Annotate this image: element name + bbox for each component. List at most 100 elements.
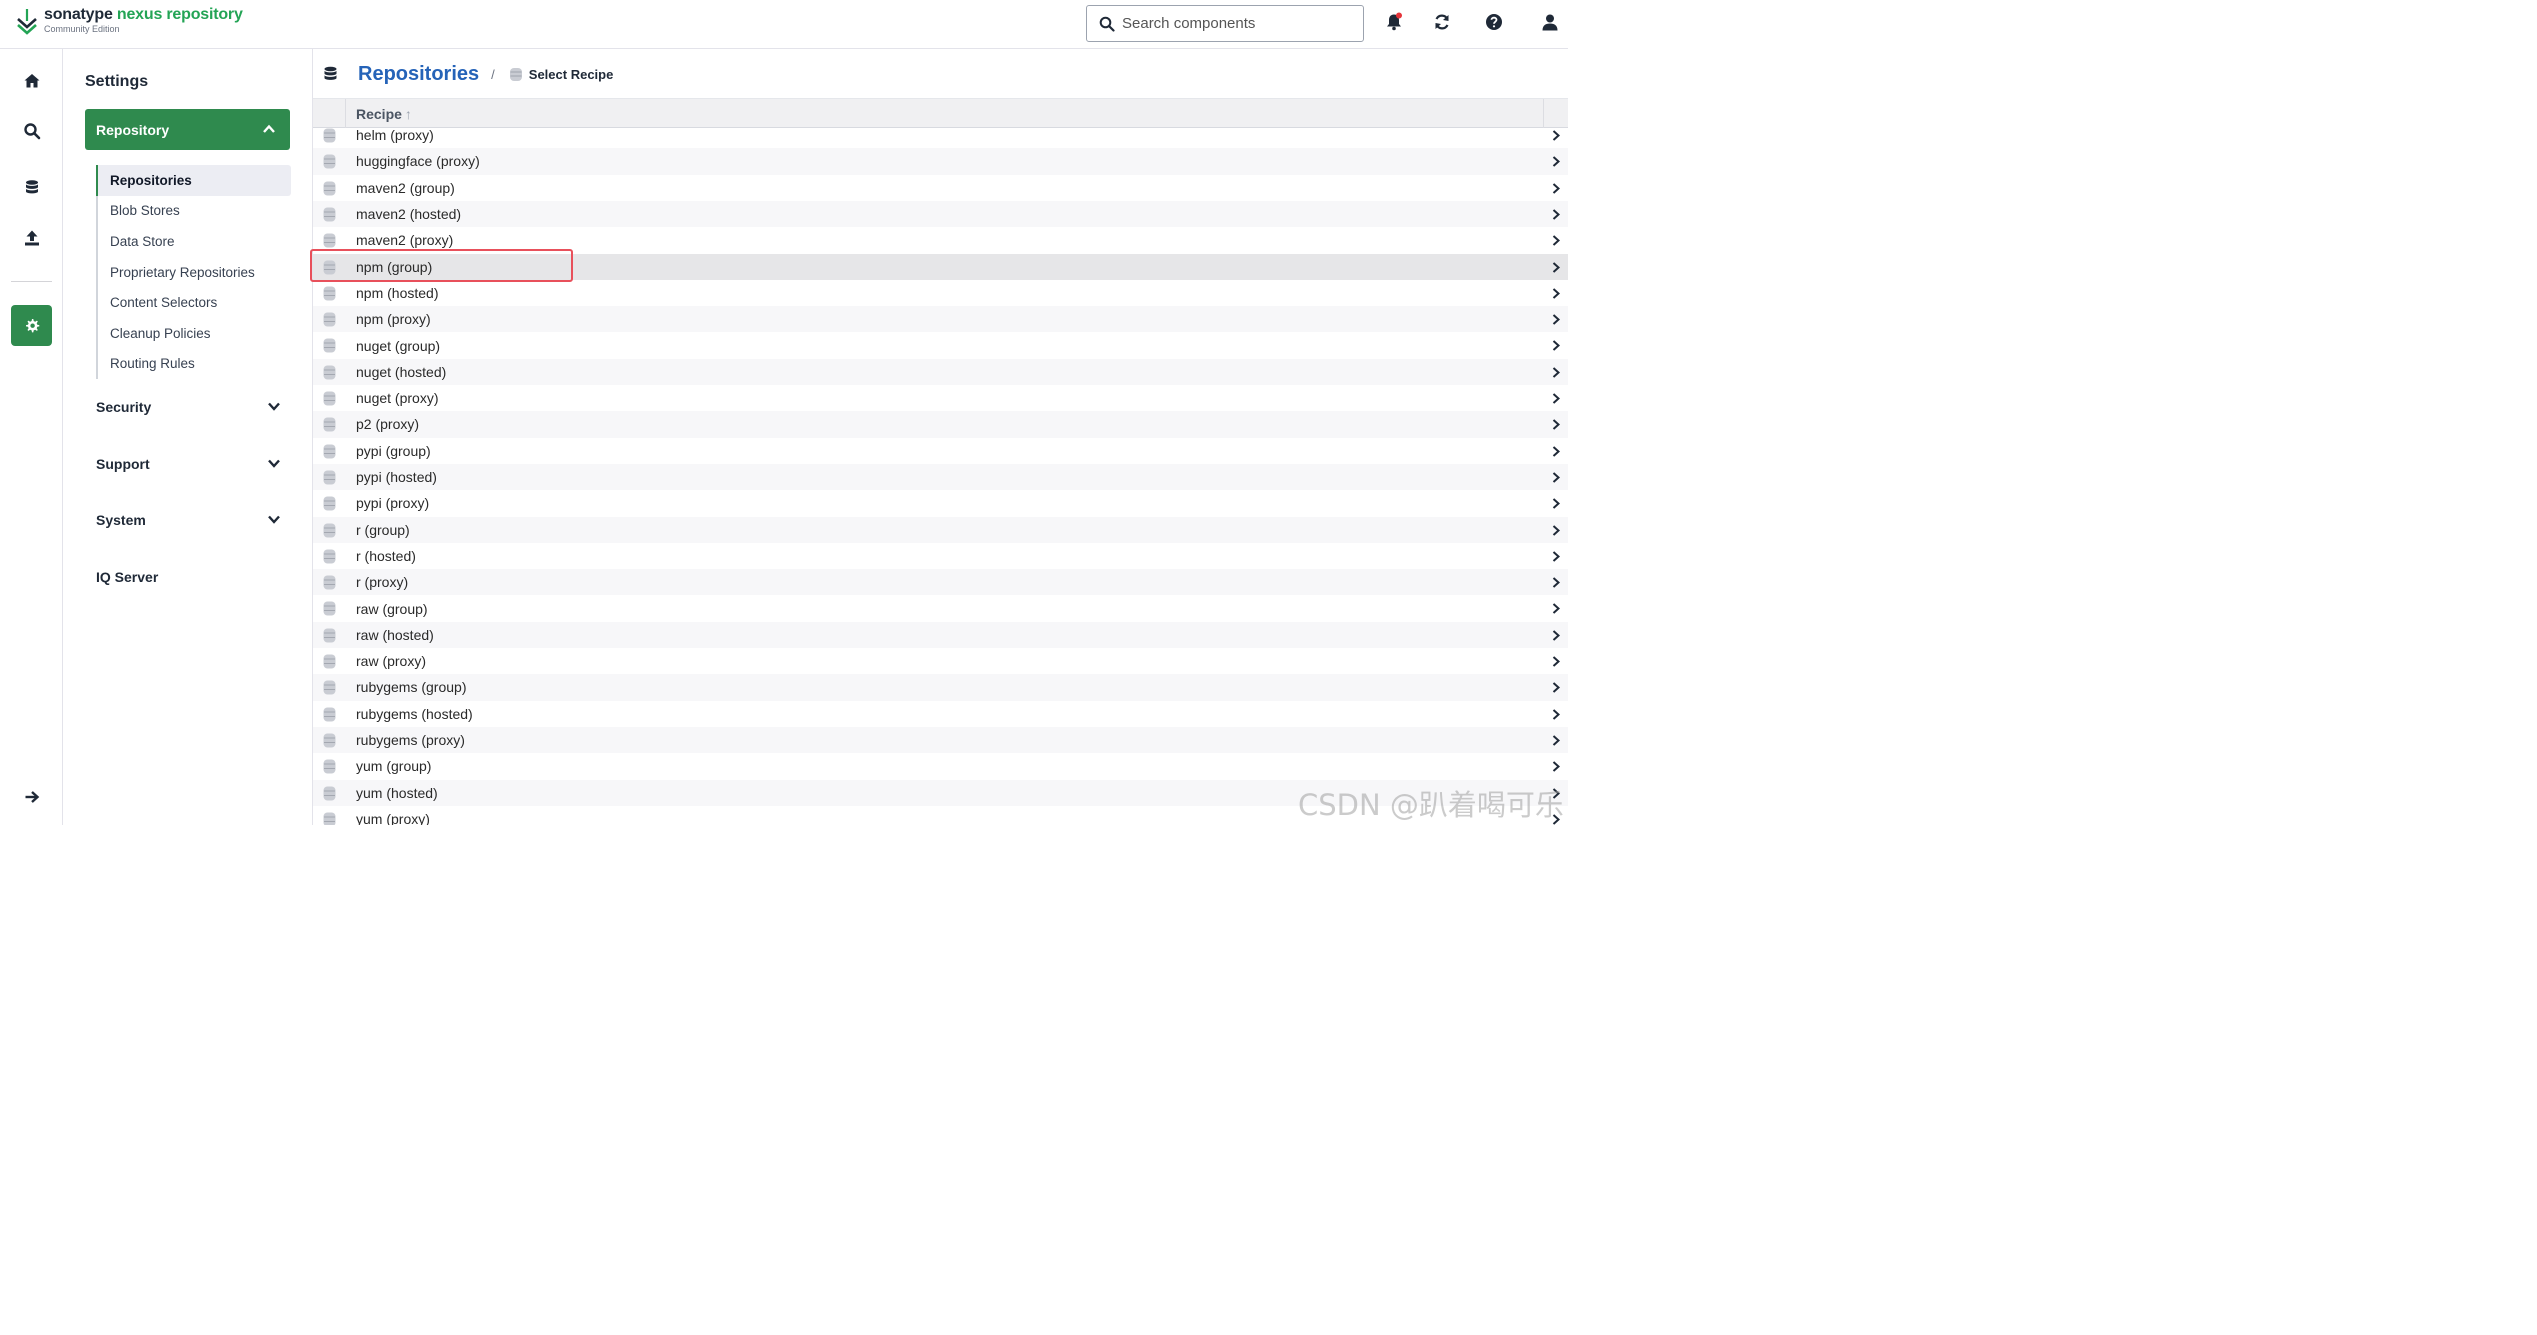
recipe-label: nuget (hosted) — [356, 363, 447, 380]
breadcrumb-current: Select Recipe — [528, 66, 614, 82]
recipe-row[interactable]: maven2 (group) — [313, 175, 1568, 201]
upload-button[interactable] — [11, 217, 52, 258]
repository-icon — [323, 628, 336, 643]
browse-button[interactable] — [11, 167, 52, 208]
help-icon[interactable] — [1484, 12, 1504, 32]
column-divider — [1543, 99, 1544, 128]
chevron-right-icon — [1552, 498, 1560, 509]
recipe-label: rubygems (proxy) — [356, 732, 465, 749]
chevron-right-icon — [1552, 445, 1560, 457]
recipe-row[interactable]: raw (hosted) — [313, 621, 1568, 648]
settings-sidebar: Settings Repository Repositories Blob St… — [63, 49, 313, 825]
recipe-row[interactable]: pypi (hosted) — [313, 463, 1568, 491]
settings-button[interactable] — [11, 305, 52, 346]
recipe-row[interactable]: raw (proxy) — [313, 648, 1568, 674]
system-group-toggle[interactable]: System — [96, 512, 281, 528]
sidebar-item-data-store[interactable]: Data Store — [98, 226, 291, 257]
recipe-grid-header: Recipe ↑ — [313, 98, 1568, 128]
chevron-right-icon — [1552, 182, 1560, 194]
recipe-row[interactable]: p2 (proxy) — [313, 411, 1568, 438]
sidebar-item-proprietary-repositories[interactable]: Proprietary Repositories — [98, 257, 291, 288]
recipe-label: raw (group) — [356, 600, 428, 617]
browse-search-button[interactable] — [11, 110, 52, 151]
recipe-row[interactable]: raw (group) — [313, 595, 1568, 621]
breadcrumb-repositories-link[interactable]: Repositories — [358, 63, 479, 86]
repository-icon — [323, 680, 336, 695]
recipe-column-header[interactable]: Recipe ↑ — [356, 106, 412, 122]
iq-server-link[interactable]: IQ Server — [96, 569, 281, 585]
chevron-right-icon — [1552, 288, 1560, 299]
home-icon — [24, 73, 39, 87]
repository-icon — [323, 812, 336, 825]
repository-icon — [323, 707, 336, 722]
chevron-right-icon — [1552, 393, 1560, 404]
recipe-row[interactable]: huggingface (proxy) — [313, 148, 1568, 175]
recipe-label: yum (hosted) — [356, 784, 438, 801]
repository-group-toggle[interactable]: Repository — [85, 109, 290, 150]
recipe-row[interactable]: pypi (group) — [313, 438, 1568, 464]
breadcrumb-separator: / — [491, 66, 495, 82]
chevron-right-icon — [1552, 472, 1560, 483]
recipe-row[interactable]: npm (proxy) — [313, 306, 1568, 333]
recipe-row[interactable]: rubygems (proxy) — [313, 726, 1568, 754]
recipe-row[interactable]: pypi (proxy) — [313, 490, 1568, 516]
repository-icon — [323, 154, 336, 169]
repository-icon — [323, 128, 336, 143]
recipe-label: helm (proxy) — [356, 128, 434, 144]
recipe-row[interactable]: yum (group) — [313, 753, 1568, 779]
repository-icon — [323, 365, 336, 380]
recipe-row[interactable]: nuget (proxy) — [313, 385, 1568, 411]
rail-divider — [11, 281, 52, 282]
refresh-icon[interactable] — [1432, 12, 1452, 32]
chevron-right-icon — [1552, 156, 1560, 168]
repository-icon — [323, 286, 336, 301]
recipe-label: r (hosted) — [356, 547, 416, 564]
chevron-right-icon — [1552, 261, 1560, 273]
chevron-right-icon — [1552, 761, 1560, 772]
search-components-box[interactable] — [1086, 5, 1364, 42]
repository-icon — [323, 654, 336, 669]
watermark: CSDN @趴着喝可乐 — [1298, 788, 1564, 822]
repository-icon — [323, 496, 336, 511]
selection-highlight-box — [310, 249, 573, 282]
sidebar-item-blob-stores[interactable]: Blob Stores — [98, 196, 291, 227]
recipe-label: pypi (hosted) — [356, 469, 437, 486]
home-button[interactable] — [11, 60, 52, 101]
chevron-right-icon — [1552, 209, 1560, 220]
repository-icon — [323, 575, 336, 590]
chevron-right-icon — [1552, 735, 1560, 746]
security-group-toggle[interactable]: Security — [96, 399, 281, 415]
recipe-row[interactable]: helm (proxy) — [313, 128, 1568, 148]
recipe-row[interactable]: rubygems (hosted) — [313, 701, 1568, 727]
sidebar-item-cleanup-policies[interactable]: Cleanup Policies — [98, 318, 291, 349]
sidebar-item-routing-rules[interactable]: Routing Rules — [98, 349, 291, 380]
user-icon[interactable] — [1540, 12, 1560, 32]
repository-icon — [323, 233, 336, 248]
recipe-row[interactable]: maven2 (hosted) — [313, 200, 1568, 228]
chevron-right-icon — [1552, 656, 1560, 667]
sidebar-item-content-selectors[interactable]: Content Selectors — [98, 287, 291, 318]
recipe-row[interactable]: npm (hosted) — [313, 280, 1568, 306]
repository-icon — [323, 470, 336, 485]
chevron-down-icon — [268, 402, 280, 411]
recipe-row[interactable]: r (hosted) — [313, 543, 1568, 569]
sidebar-item-repositories[interactable]: Repositories — [96, 165, 291, 196]
support-group-toggle[interactable]: Support — [96, 456, 281, 472]
chevron-right-icon — [1552, 366, 1560, 378]
recipe-row[interactable]: nuget (hosted) — [313, 358, 1568, 385]
search-components-input[interactable] — [1122, 15, 1352, 32]
recipe-row[interactable]: nuget (group) — [313, 332, 1568, 358]
sonatype-logo[interactable]: sonatype nexus repository Community Edit… — [16, 7, 243, 35]
recipe-label: nuget (proxy) — [356, 390, 439, 407]
repository-icon — [323, 417, 336, 432]
arrow-right-icon — [25, 790, 39, 803]
recipe-row[interactable]: r (proxy) — [313, 569, 1568, 596]
sidebar-title: Settings — [85, 73, 149, 90]
recipe-row[interactable]: rubygems (group) — [313, 674, 1568, 701]
chevron-right-icon — [1552, 708, 1560, 720]
chevron-down-icon — [268, 459, 280, 468]
recipe-row[interactable]: r (group) — [313, 516, 1568, 543]
bell-icon[interactable] — [1384, 12, 1404, 32]
search-icon — [1099, 16, 1115, 32]
expand-sidebar-button[interactable] — [11, 776, 52, 817]
